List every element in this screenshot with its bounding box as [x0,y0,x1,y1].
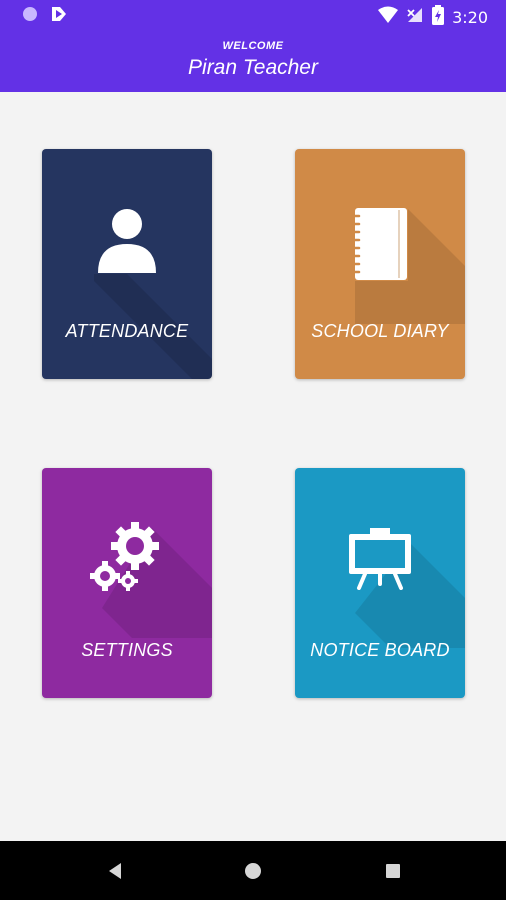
home-button[interactable] [241,859,265,883]
notice-board-label: NOTICE BOARD [310,640,450,660]
settings-tile[interactable]: SETTINGS [42,468,212,698]
school-diary-label: SCHOOL DIARY [311,321,449,341]
wifi-icon [378,6,399,28]
app-notification-icon [50,6,68,26]
notice-board-tile[interactable]: NOTICE BOARD [295,468,465,698]
dashboard-grid: ATTENDANCE SCHOOL DIARY SETTINGS NOTICE … [0,92,506,841]
recents-square-icon [386,864,400,878]
recents-button[interactable] [381,859,405,883]
attendance-label: ATTENDANCE [65,321,189,341]
board-icon [295,528,465,608]
settings-label: SETTINGS [81,640,173,660]
no-signal-icon [406,6,424,28]
navigation-bar [0,841,506,900]
app-header: WELCOME Piran Teacher [0,32,506,92]
status-bar: 3:20 [0,0,506,32]
attendance-tile[interactable]: ATTENDANCE [42,149,212,379]
back-triangle-icon [109,863,121,879]
back-button[interactable] [103,859,127,883]
notification-dot-icon [22,6,38,26]
status-time: 3:20 [452,7,488,27]
page-title: Piran Teacher [188,56,318,79]
home-circle-icon [245,863,261,879]
person-icon [42,204,212,284]
school-diary-tile[interactable]: SCHOOL DIARY [295,149,465,379]
gears-icon [42,518,212,598]
battery-icon [432,5,445,29]
welcome-label: WELCOME [222,40,284,52]
notebook-icon [295,204,465,284]
